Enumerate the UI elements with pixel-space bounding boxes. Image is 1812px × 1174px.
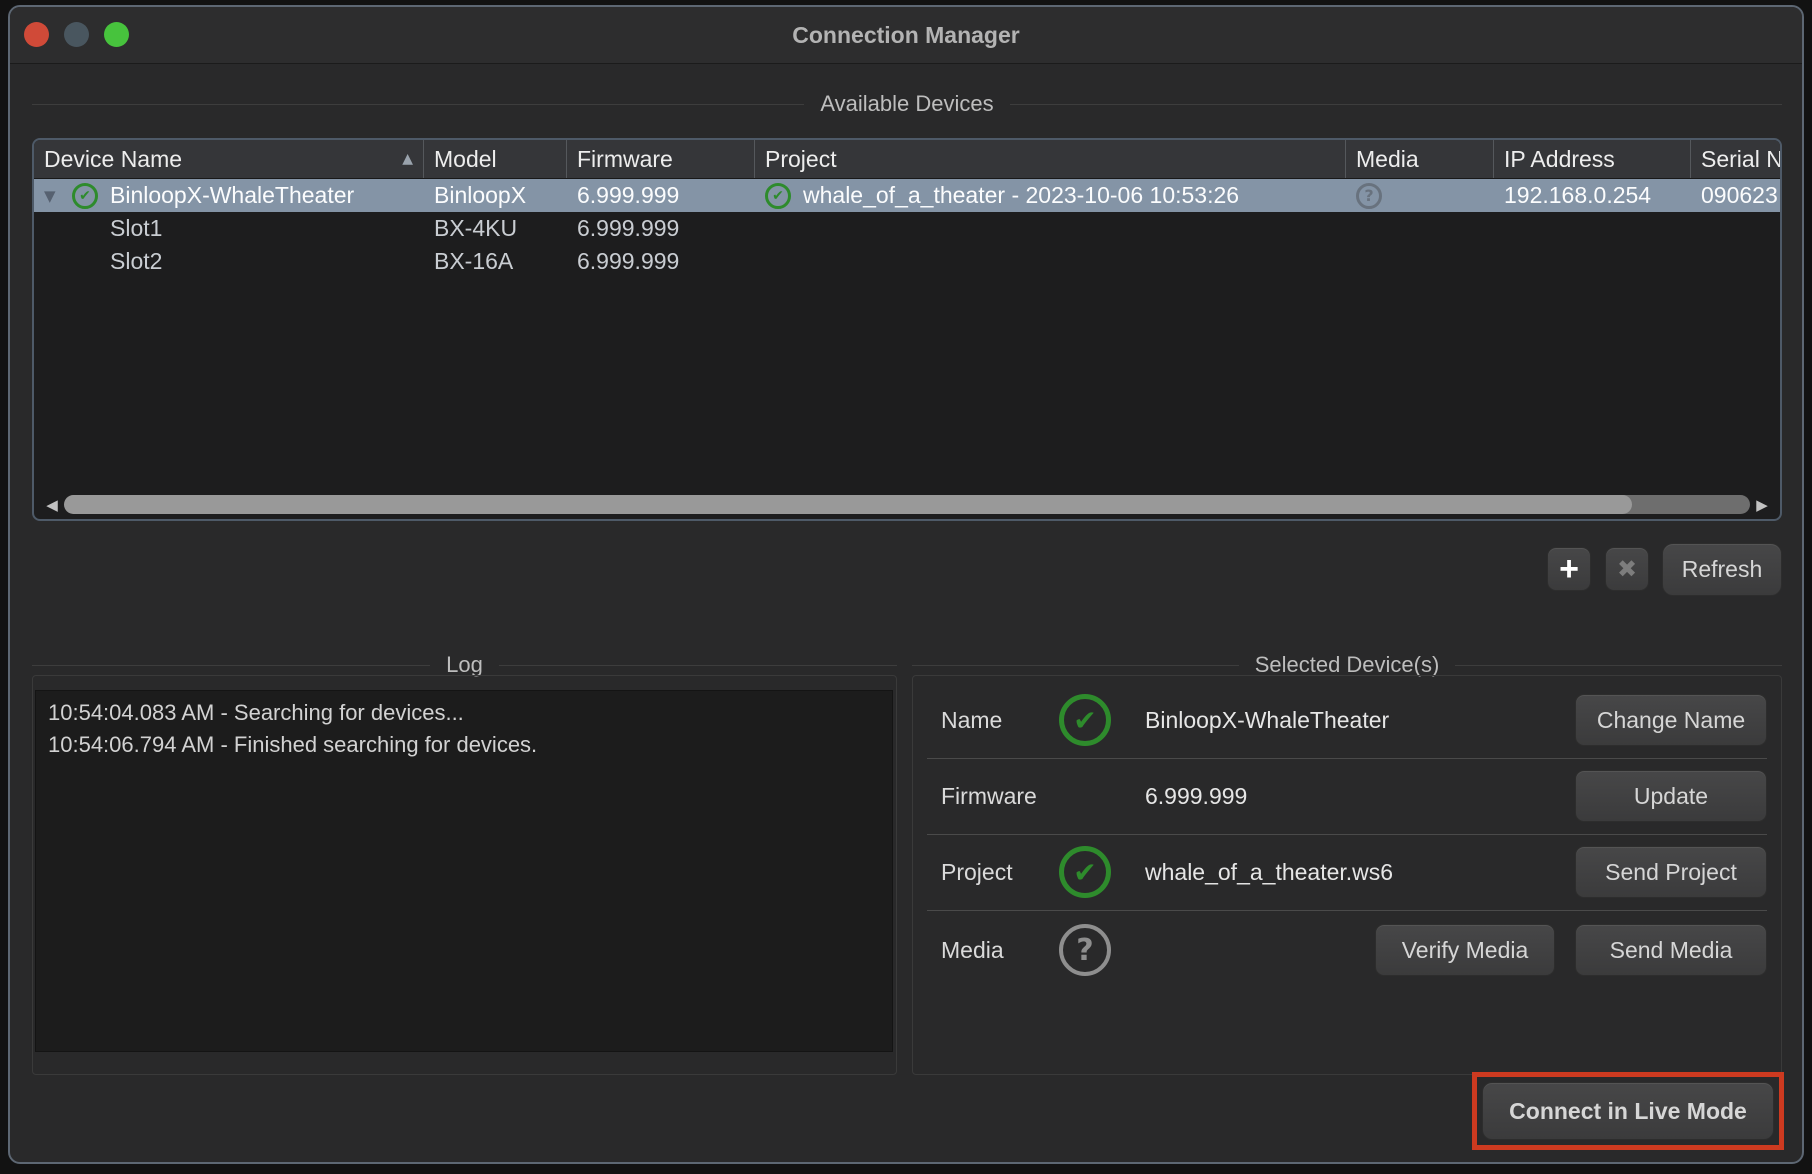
divider <box>912 665 1239 666</box>
window-title: Connection Manager <box>10 7 1802 63</box>
cell-serial-number <box>1691 212 1780 245</box>
status-ok-icon: ✔ <box>72 183 98 209</box>
refresh-button[interactable]: Refresh <box>1662 543 1782 596</box>
cell-ip-address <box>1494 245 1691 278</box>
divider <box>1455 665 1782 666</box>
selected-project-row: Project ✔ whale_of_a_theater.ws6 Send Pr… <box>927 834 1767 911</box>
available-devices-legend: Available Devices <box>32 91 1782 117</box>
cell-media <box>1346 245 1494 278</box>
add-device-button[interactable]: + <box>1547 547 1591 591</box>
verify-media-button[interactable]: Verify Media <box>1375 924 1555 976</box>
divider <box>1010 104 1782 105</box>
cell-project <box>755 245 1346 278</box>
status-ok-icon: ✔ <box>765 183 791 209</box>
column-header-model[interactable]: Model <box>424 140 567 178</box>
close-button[interactable] <box>24 22 49 47</box>
cell-project: ✔ whale_of_a_theater - 2023-10-06 10:53:… <box>755 179 1346 212</box>
selected-project-file: whale_of_a_theater.ws6 <box>1145 859 1393 886</box>
send-media-button[interactable]: Send Media <box>1575 924 1767 976</box>
cell-media: ? <box>1346 179 1494 212</box>
cell-ip-address <box>1494 212 1691 245</box>
selected-device-name: BinloopX-WhaleTheater <box>1145 707 1389 734</box>
minimize-button[interactable] <box>64 22 89 47</box>
scroll-right-icon[interactable]: ▶ <box>1752 496 1772 514</box>
project-label: Project <box>927 859 1059 886</box>
sort-ascending-icon: ▲ <box>402 151 413 167</box>
devices-table: Device Name ▲ Model Firmware Project Med… <box>32 138 1782 521</box>
selected-firmware-version: 6.999.999 <box>1145 783 1247 810</box>
selected-name-row: Name ✔ BinloopX-WhaleTheater Change Name <box>927 682 1767 759</box>
name-label: Name <box>927 707 1059 734</box>
cell-device-name: ▼ ✔ BinloopX-WhaleTheater <box>34 179 424 212</box>
available-devices-title: Available Devices <box>820 91 993 117</box>
divider <box>499 665 897 666</box>
send-project-button[interactable]: Send Project <box>1575 846 1767 898</box>
column-header-project[interactable]: Project <box>755 140 1346 178</box>
remove-device-button[interactable]: ✖ <box>1605 547 1649 591</box>
divider <box>32 104 804 105</box>
table-row-slot1[interactable]: Slot1 BX-4KU 6.999.999 <box>34 212 1780 245</box>
cell-serial-number <box>1691 245 1780 278</box>
table-header-row: Device Name ▲ Model Firmware Project Med… <box>34 140 1780 179</box>
divider <box>32 665 430 666</box>
column-header-serial-number[interactable]: Serial N <box>1691 140 1780 178</box>
table-row-slot2[interactable]: Slot2 BX-16A 6.999.999 <box>34 245 1780 278</box>
scroll-left-icon[interactable]: ◀ <box>42 496 62 514</box>
cell-device-name: Slot1 <box>34 212 424 245</box>
maximize-button[interactable] <box>104 22 129 47</box>
column-header-ip-address[interactable]: IP Address <box>1494 140 1691 178</box>
cell-firmware: 6.999.999 <box>567 245 755 278</box>
log-group: 10:54:04.083 AM - Searching for devices.… <box>32 675 897 1075</box>
cell-firmware: 6.999.999 <box>567 212 755 245</box>
table-row-binloopx[interactable]: ▼ ✔ BinloopX-WhaleTheater BinloopX 6.999… <box>34 179 1780 212</box>
status-ok-icon: ✔ <box>1059 694 1111 746</box>
column-header-firmware[interactable]: Firmware <box>567 140 755 178</box>
cell-serial-number: 090623 <box>1691 179 1780 212</box>
status-ok-icon: ✔ <box>1059 846 1111 898</box>
firmware-label: Firmware <box>927 783 1059 810</box>
connection-manager-window: Connection Manager Available Devices Dev… <box>8 5 1804 1164</box>
scrollbar-track[interactable] <box>64 495 1750 514</box>
cell-ip-address: 192.168.0.254 <box>1494 179 1691 212</box>
media-label: Media <box>927 937 1059 964</box>
log-entry: 10:54:06.794 AM - Finished searching for… <box>48 729 880 761</box>
cell-model: BX-16A <box>424 245 567 278</box>
cell-device-name: Slot2 <box>34 245 424 278</box>
status-unknown-icon: ? <box>1059 924 1111 976</box>
connect-in-live-mode-button[interactable]: Connect in Live Mode <box>1482 1082 1774 1140</box>
title-bar: Connection Manager <box>10 7 1802 64</box>
update-firmware-button[interactable]: Update <box>1575 770 1767 822</box>
change-name-button[interactable]: Change Name <box>1575 694 1767 746</box>
selected-media-row: Media ? Verify Media Send Media <box>927 910 1767 990</box>
cell-model: BX-4KU <box>424 212 567 245</box>
selected-firmware-row: Firmware 6.999.999 Update <box>927 758 1767 835</box>
cell-project <box>755 212 1346 245</box>
column-header-device-name[interactable]: Device Name ▲ <box>34 140 424 178</box>
cell-firmware: 6.999.999 <box>567 179 755 212</box>
cell-media <box>1346 212 1494 245</box>
log-entry: 10:54:04.083 AM - Searching for devices.… <box>48 697 880 729</box>
horizontal-scrollbar: ◀ ▶ <box>36 490 1778 519</box>
disclosure-open-icon[interactable]: ▼ <box>44 187 72 205</box>
scrollbar-thumb[interactable] <box>64 495 1632 514</box>
column-header-media[interactable]: Media <box>1346 140 1494 178</box>
selected-device-panel: Name ✔ BinloopX-WhaleTheater Change Name… <box>912 675 1782 1075</box>
cell-model: BinloopX <box>424 179 567 212</box>
status-unknown-icon: ? <box>1356 183 1382 209</box>
log-output: 10:54:04.083 AM - Searching for devices.… <box>35 690 893 1052</box>
